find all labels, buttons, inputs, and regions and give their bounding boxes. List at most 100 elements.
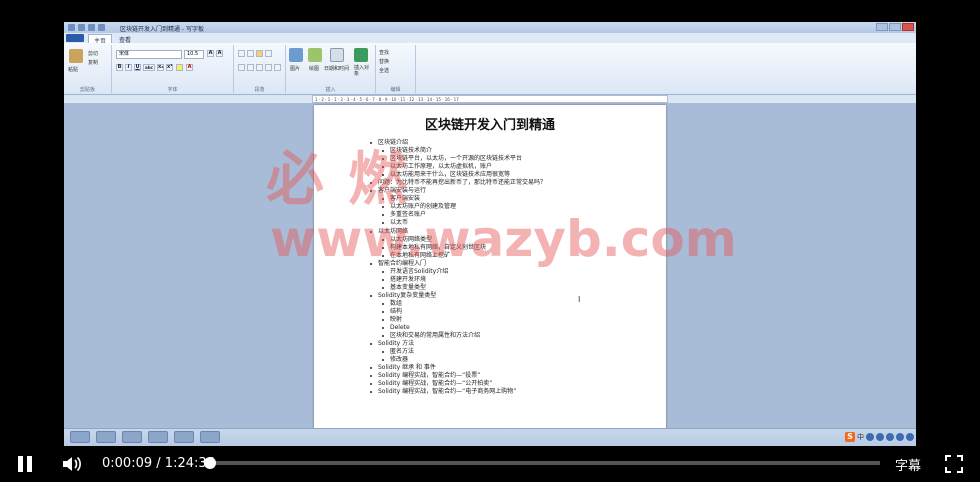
watermark-url: www.wazyb.com [270,210,737,268]
calendar-icon[interactable] [330,48,344,62]
tray-icon[interactable] [866,433,874,441]
align-left-icon[interactable] [238,64,245,71]
taskbar-apps [64,431,220,443]
edit-group: 查找 替换 全选 编辑 [376,45,416,93]
tab-view[interactable]: 查看 [114,34,136,44]
ribbon-tabs: 主页 查看 [64,33,916,45]
maximize-button[interactable] [889,23,901,31]
insert-group-label: 插入 [325,87,336,93]
increase-indent-icon[interactable] [247,50,254,57]
document-title: 区块链开发入门到精通 [424,118,555,133]
decrease-indent-icon[interactable] [238,50,245,57]
insert-group: 图片 绘图 日期和时间 插入对象 插入 [286,45,376,93]
taskbar-app-icon[interactable] [148,431,168,443]
grow-font-icon[interactable]: A [207,50,214,57]
bold-button[interactable]: B [116,64,123,71]
list-icon[interactable] [256,50,263,57]
taskbar-app-icon[interactable] [70,431,90,443]
tray-icon[interactable] [876,433,884,441]
shrink-font-icon[interactable]: A [216,50,223,57]
insert-object-label: 插入对象 [354,65,370,77]
clipboard-group-label: 剪贴板 [79,87,95,93]
justify-icon[interactable] [265,64,272,71]
window-title: 区块链开发入门到精通 - 写字板 [120,26,204,33]
taskbar-app-icon[interactable] [122,431,142,443]
tray-icon[interactable] [896,433,904,441]
ime-language[interactable]: 中 [857,432,864,442]
paragraph-icon[interactable] [274,64,281,71]
progress-knob[interactable] [204,457,216,469]
select-all-button[interactable]: 全选 [379,67,389,74]
paste-label: 粘贴 [68,67,79,73]
outline-item: Solidity 方法 [368,340,546,348]
ime-toolbar: S 中 [845,432,914,442]
ribbon: 粘贴 剪切 复制 剪贴板 宋体 10.5 A A B I U abc x₂ x²… [64,43,916,95]
app-icon [68,24,75,31]
close-button[interactable] [902,23,914,31]
volume-icon [63,456,81,472]
italic-button[interactable]: I [125,64,132,71]
volume-button[interactable] [62,455,82,473]
fullscreen-icon [945,455,963,473]
subtitles-button[interactable]: 字幕 [895,455,921,474]
progress-bar[interactable] [204,457,880,469]
find-button[interactable]: 查找 [379,49,389,56]
taskbar-app-icon[interactable] [96,431,116,443]
font-color-icon[interactable]: A [186,64,193,71]
highlight-icon[interactable] [176,64,183,71]
taskbar-app-icon[interactable] [200,431,220,443]
picture-icon[interactable] [289,48,303,62]
ruler[interactable]: 1 · 2 · 1 · 1 · 2 · 3 · 4 · 5 · 6 · 7 · … [312,95,668,103]
underline-button[interactable]: U [134,64,141,71]
outline-subitem: 搭建开发环境 [368,276,546,284]
paint-icon[interactable] [308,48,322,62]
picture-label: 图片 [290,66,301,72]
minimize-button[interactable] [876,23,888,31]
cut-button[interactable]: 剪切 [88,50,98,57]
clipboard-group: 粘贴 剪切 复制 剪贴板 [64,45,112,93]
pause-button[interactable] [17,456,33,472]
outline-subitem: 数组 [368,300,546,308]
outline-subitem: Delete [368,324,546,332]
copy-button[interactable]: 复制 [88,59,98,66]
window-buttons [876,23,914,31]
insert-object-icon[interactable] [354,48,368,62]
undo-icon[interactable] [88,24,95,31]
time-separator: / [156,456,161,471]
paint-label: 绘图 [309,66,320,72]
tray-icon[interactable] [886,433,894,441]
fullscreen-button[interactable] [945,455,963,473]
outline-subitem: 基本变量类型 [368,284,546,292]
outline-subitem: 结构 [368,308,546,316]
app-menu-button[interactable] [66,34,84,42]
strikethrough-button[interactable]: abc [143,64,155,71]
video-frame: 区块链开发入门到精通 - 写字板 主页 查看 粘贴 剪切 复制 剪贴板 宋体 1… [0,0,980,482]
save-icon[interactable] [78,24,85,31]
current-time: 0:00:09 [102,456,153,471]
text-cursor-icon: I [578,295,581,304]
tray-icon[interactable] [906,433,914,441]
pause-icon [18,456,23,472]
paragraph-group-label: 段落 [254,87,265,93]
taskbar: S 中 [64,428,916,446]
redo-icon[interactable] [98,24,105,31]
align-center-icon[interactable] [247,64,254,71]
window-titlebar: 区块链开发入门到精通 - 写字板 [64,22,916,33]
sogou-ime-icon[interactable]: S [845,432,855,442]
taskbar-app-icon[interactable] [174,431,194,443]
tab-home[interactable]: 主页 [88,34,113,45]
datetime-label: 日期和时间 [324,66,350,72]
video-controls: 0:00:09 / 1:24:36 字幕 [0,446,980,482]
replace-button[interactable]: 替换 [379,58,389,65]
ruler-marks: 1 · 2 · 1 · 1 · 2 · 3 · 4 · 5 · 6 · 7 · … [315,97,459,102]
subscript-button[interactable]: x₂ [157,64,164,71]
superscript-button[interactable]: x² [166,64,173,71]
outline-subitem: 区块和交易的常用属性和方法介绍 [368,332,546,340]
align-right-icon[interactable] [256,64,263,71]
quick-access-toolbar [68,24,105,31]
font-size-select[interactable]: 10.5 [184,50,204,59]
font-group-label: 字体 [167,87,178,93]
paste-icon[interactable] [69,49,83,63]
line-spacing-icon[interactable] [265,50,272,57]
font-name-select[interactable]: 宋体 [116,50,182,59]
